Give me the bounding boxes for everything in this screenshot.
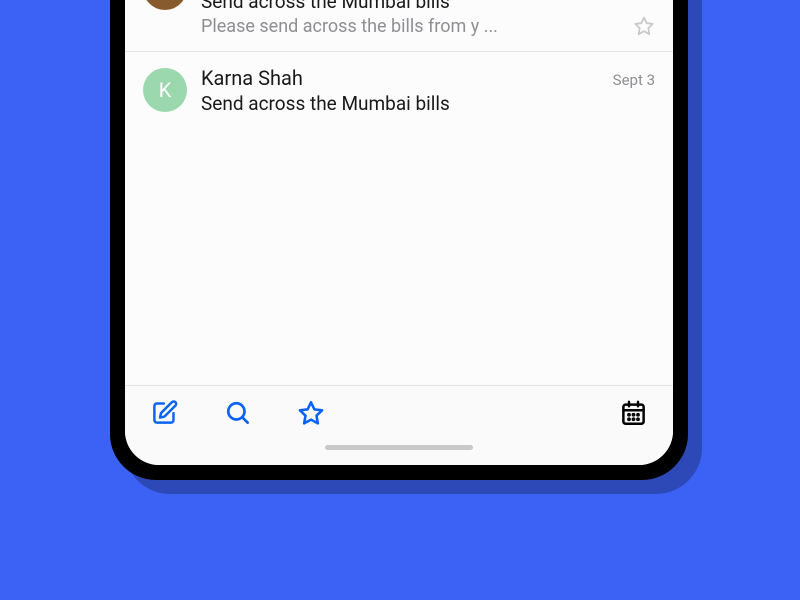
email-item[interactable]: K Karna Shah Sept 3 Send across the Mumb… [125,52,673,129]
home-indicator[interactable] [325,445,473,450]
search-icon[interactable] [224,399,251,426]
avatar-letter: K [159,78,172,102]
home-indicator-area [125,439,673,465]
star-icon[interactable] [633,15,655,37]
calendar-icon[interactable] [620,399,647,426]
star-icon[interactable] [297,399,325,427]
email-list[interactable]: We should have a meeting for the up... U… [125,0,673,385]
email-sender: Karna Shah [201,66,303,90]
bottom-toolbar [125,385,673,439]
avatar: K [143,68,187,112]
screen: We should have a meeting for the up... U… [125,0,673,465]
email-item[interactable]: K Karna Shah Sept 3 Send across the Mumb… [125,0,673,52]
email-preview: Please send across the bills from y ... [201,16,498,37]
email-subject: Send across the Mumbai bills [201,0,655,13]
avatar: K [143,0,187,10]
compose-icon[interactable] [151,399,178,426]
device-frame: We should have a meeting for the up... U… [110,0,688,480]
email-subject: Send across the Mumbai bills [201,92,655,115]
email-time: Sept 3 [613,71,655,89]
